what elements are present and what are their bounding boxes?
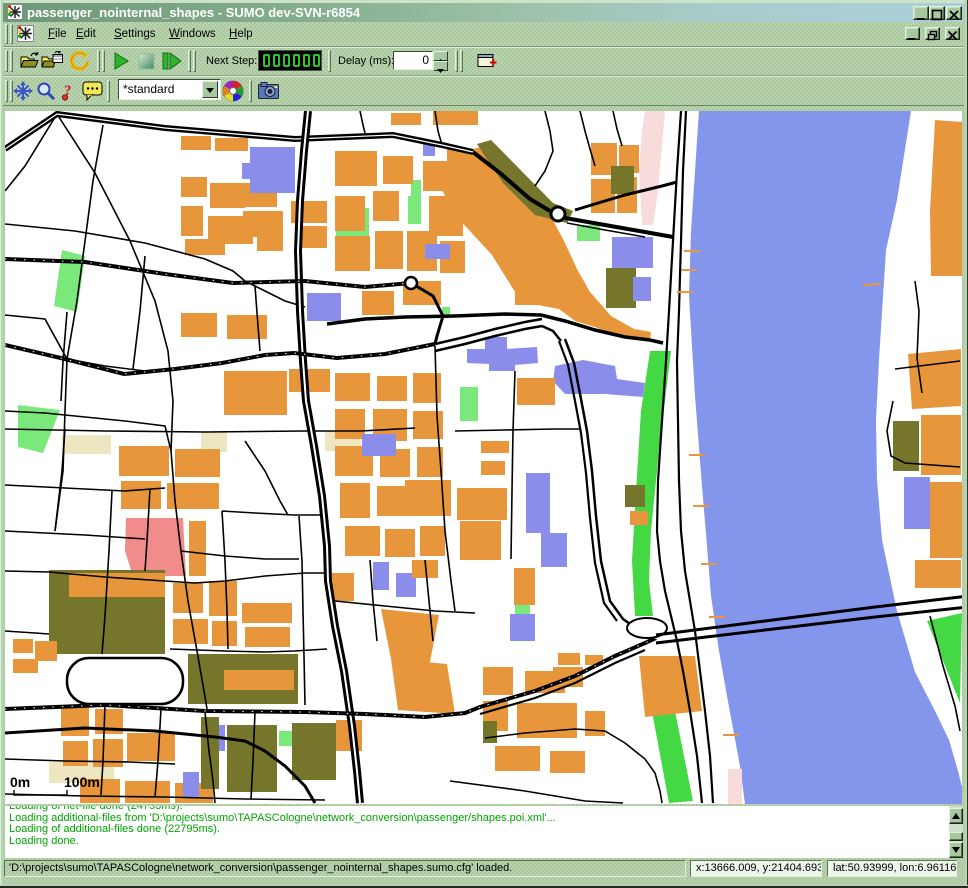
svg-text:0m: 0m [10, 774, 30, 790]
svg-text:100m: 100m [64, 774, 100, 790]
